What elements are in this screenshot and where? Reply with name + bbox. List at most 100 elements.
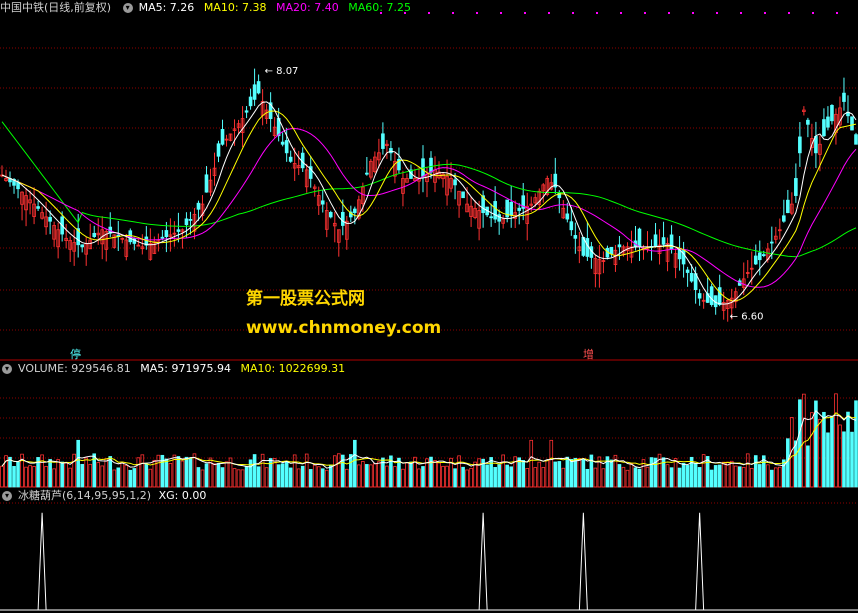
xg-value: XG: 0.00: [158, 489, 207, 502]
price-candle: [461, 191, 465, 199]
price-candle: [697, 293, 702, 299]
volume-bar: [629, 463, 634, 488]
price-candle: [353, 208, 357, 214]
header-dot: [788, 12, 790, 14]
header-dot: [764, 12, 766, 14]
price-candle: [786, 199, 790, 214]
volume-bar: [806, 445, 810, 488]
volume-bar: [846, 411, 850, 488]
stock-chart[interactable]: ← 8.07 ← 6.60: [0, 0, 858, 613]
volume-bar: [485, 464, 489, 488]
xg-spike: [578, 512, 588, 611]
volume-bar: [12, 466, 16, 488]
volume-bar: [545, 460, 550, 488]
volume-bar: [505, 464, 509, 488]
volume-bar: [757, 464, 762, 488]
volume-bar: [842, 431, 846, 488]
volume-bar: [176, 456, 181, 488]
header-dot: [524, 12, 526, 14]
price-candle: [753, 255, 758, 265]
price-candle: [164, 230, 169, 237]
volume-bar: [164, 458, 169, 488]
volume-bar: [421, 466, 425, 488]
volume-bar: [192, 453, 197, 488]
price-candle: [717, 287, 722, 305]
price-candle: [429, 157, 433, 173]
volume-bar: [621, 466, 626, 488]
volume-bar: [292, 454, 297, 488]
price-candle: [497, 214, 501, 222]
price-extreme-label: ← 8.07: [265, 66, 299, 77]
volume-bar: [549, 439, 554, 488]
price-candle: [320, 200, 325, 205]
stock-name[interactable]: 中国中铁: [0, 1, 44, 14]
volume-bar: [276, 464, 281, 488]
volume-bar: [645, 466, 650, 488]
price-candle: [517, 207, 522, 211]
increase-marker[interactable]: 增: [583, 346, 594, 362]
volume-bar: [697, 467, 702, 488]
indicator-header: ▾ 冰糖葫芦(6,14,95,95,1,2) XG: 0.00: [0, 488, 212, 504]
volume-bar: [633, 467, 638, 488]
volume-bar: [625, 469, 630, 488]
chevron-down-icon[interactable]: ▾: [2, 491, 12, 501]
volume-bar: [830, 416, 834, 488]
volume-bar: [453, 468, 457, 488]
volume-bar: [477, 458, 481, 488]
volume-bar: [373, 463, 377, 488]
volume-bar: [184, 456, 189, 488]
chevron-down-icon[interactable]: ▾: [2, 364, 12, 374]
volume-bar: [260, 453, 265, 488]
volume-bar: [525, 468, 530, 488]
volume-bar: [581, 459, 586, 488]
price-candle: [381, 133, 385, 149]
volume-bar: [324, 469, 329, 488]
volume-bar: [433, 460, 437, 488]
header-dot: [428, 12, 430, 14]
volume-bar: [44, 465, 48, 488]
volume-bar: [669, 467, 674, 488]
volume-bar: [637, 468, 642, 488]
volume-bar: [68, 467, 72, 488]
volume-bar: [509, 466, 513, 488]
price-candle: [36, 206, 40, 209]
price-candle: [453, 179, 457, 186]
volume-bar: [529, 439, 534, 488]
volume-bar: [116, 467, 121, 488]
suspend-marker[interactable]: 停: [70, 346, 81, 362]
volume-bar: [168, 463, 173, 488]
volume-bar: [48, 459, 52, 488]
volume-bar: [753, 455, 758, 488]
price-candle: [782, 215, 786, 222]
vol-ma10-value: MA10: 1022699.31: [240, 362, 346, 375]
price-candle: [661, 237, 666, 245]
volume-bar: [834, 393, 838, 488]
volume-bar: [156, 454, 161, 488]
ma20-value: MA20: 7.40: [276, 1, 339, 14]
volume-bar: [437, 462, 441, 488]
price-candle: [830, 104, 834, 122]
price-candle: [653, 234, 658, 247]
volume-bar: [353, 439, 357, 488]
header-dot: [740, 12, 742, 14]
volume-bar: [188, 457, 193, 488]
volume-bar: [701, 454, 706, 488]
volume-bar: [721, 461, 726, 488]
volume-bar: [140, 454, 145, 488]
price-candle: [204, 174, 209, 193]
volume-bar: [810, 412, 814, 488]
xg-spike: [478, 512, 488, 611]
chart-mode: (日线,前复权): [44, 1, 112, 14]
volume-bar: [409, 461, 413, 488]
chevron-down-icon[interactable]: ▾: [122, 3, 133, 13]
price-candle: [569, 221, 574, 231]
xg-spike: [37, 512, 47, 611]
volume-bar: [541, 466, 546, 488]
volume-bar: [216, 462, 221, 488]
volume-bar: [557, 461, 562, 488]
volume-bar: [561, 467, 566, 488]
volume-bar: [794, 440, 798, 488]
volume-bar: [284, 461, 289, 488]
volume-bar: [357, 464, 361, 488]
volume-bar: [8, 456, 12, 488]
